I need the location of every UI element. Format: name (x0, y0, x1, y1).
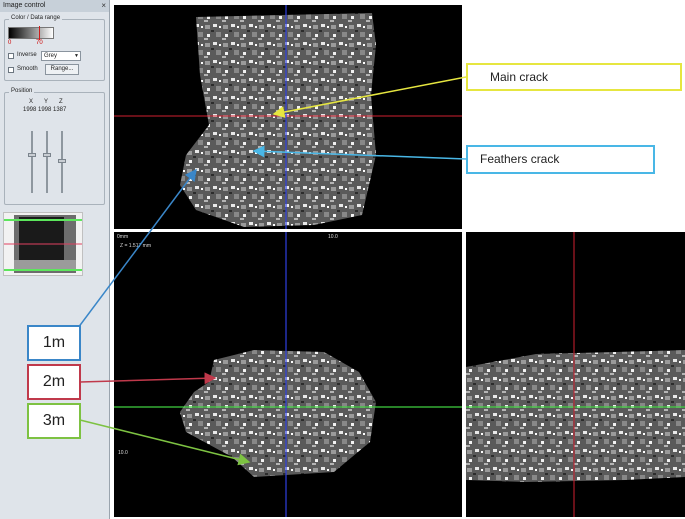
range-button[interactable]: Range... (45, 64, 79, 75)
slice-image-bottom-right (466, 232, 685, 517)
view-center-label: 10.0 (328, 234, 338, 240)
view-bottom-left[interactable]: 0mm 10.0 Z = 1.517 mm 10.0 (114, 232, 462, 517)
main-crack-callout: Main crack (466, 63, 682, 91)
slider-thumb-y[interactable] (43, 152, 51, 157)
view-top-left[interactable] (114, 5, 462, 229)
color-range-group: Color / Data range 0 70 Inverse Grey ▼ S… (4, 15, 105, 81)
inverse-checkbox[interactable] (8, 53, 14, 59)
range-max-marker[interactable] (39, 26, 40, 40)
label-2m: 2m (42, 373, 66, 390)
label-3m-box: 3m (27, 403, 81, 439)
view-top-label: 0mm (117, 234, 129, 240)
slice-image-top (114, 5, 462, 229)
slider-thumb-z[interactable] (58, 158, 66, 163)
panel-title: Image control (3, 2, 46, 9)
color-range-bar[interactable] (8, 27, 54, 39)
smooth-label: Smooth (17, 66, 38, 72)
inverse-label: Inverse (17, 52, 37, 58)
main-crack-label: Main crack (490, 70, 549, 84)
position-group: Position X 1998 Y 1998 Z 1387 (4, 88, 105, 205)
colormap-value: Grey (44, 53, 58, 59)
axis-value-x: 1998 (23, 107, 37, 113)
range-max-value: 70 (36, 40, 43, 46)
label-1m: 1m (42, 334, 66, 351)
chevron-down-icon: ▼ (74, 53, 79, 59)
axis-name-z: Z (59, 99, 63, 105)
smooth-checkbox[interactable] (8, 67, 14, 73)
axis-name-x: X (29, 99, 34, 105)
slider-track-x[interactable] (31, 131, 33, 193)
panel-titlebar: Image control × (0, 0, 109, 12)
image-control-panel: Image control × Color / Data range 0 70 … (0, 0, 110, 519)
preview-thumbnail (3, 212, 83, 276)
position-label: Position (9, 88, 35, 94)
view-bottom-right[interactable] (466, 232, 685, 517)
color-range-label: Color / Data range (9, 15, 63, 21)
axis-value-y: 1998 (38, 107, 52, 113)
label-3m: 3m (42, 412, 66, 429)
slider-thumb-x[interactable] (28, 152, 36, 157)
view-top-right (466, 5, 685, 229)
axis-value-z: 1387 (53, 107, 67, 113)
preview-image (4, 215, 82, 273)
range-min-value: 0 (8, 40, 12, 46)
view-side-label: 10.0 (118, 450, 128, 456)
axis-name-y: Y (44, 99, 49, 105)
close-icon[interactable]: × (101, 0, 106, 12)
label-1m-box: 1m (27, 325, 81, 361)
feathers-crack-callout: Feathers crack (466, 145, 655, 174)
view-z-label: Z = 1.517 mm (120, 243, 151, 249)
label-2m-box: 2m (27, 364, 81, 400)
feathers-crack-label: Feathers crack (480, 152, 560, 166)
slider-track-y[interactable] (46, 131, 48, 193)
colormap-select[interactable]: Grey ▼ (41, 51, 81, 61)
slice-image-bottom-left (114, 232, 462, 517)
